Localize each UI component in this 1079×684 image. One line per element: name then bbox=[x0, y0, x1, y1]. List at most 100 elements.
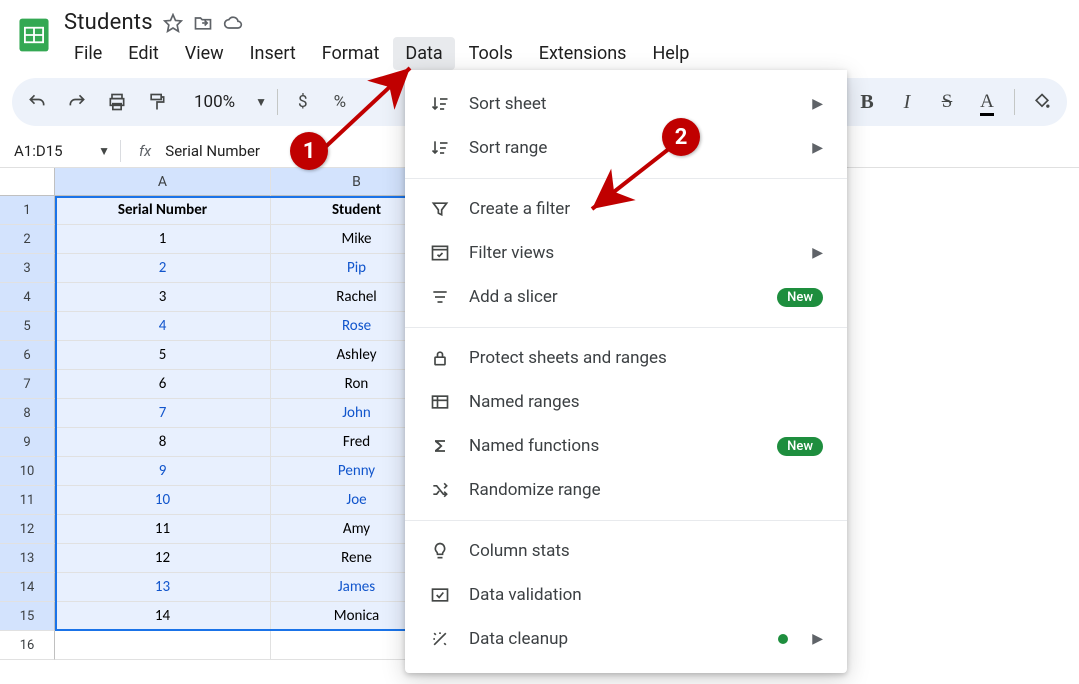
bold-button[interactable]: B bbox=[850, 85, 884, 119]
cell[interactable]: 14 bbox=[55, 602, 271, 631]
name-box[interactable]: A1:D15 ▼ bbox=[0, 142, 120, 160]
move-folder-icon[interactable] bbox=[193, 13, 213, 33]
menu-tools[interactable]: Tools bbox=[457, 37, 525, 70]
cell[interactable]: 6 bbox=[55, 370, 271, 399]
cell[interactable]: Serial Number bbox=[55, 196, 271, 225]
menu-named-ranges[interactable]: Named ranges bbox=[405, 380, 847, 424]
menu-randomize-range[interactable]: Randomize range bbox=[405, 468, 847, 512]
row-header[interactable]: 3 bbox=[0, 254, 55, 283]
row-header[interactable]: 9 bbox=[0, 428, 55, 457]
row-header[interactable]: 1 bbox=[0, 196, 55, 225]
menu-protect-sheets[interactable]: Protect sheets and ranges bbox=[405, 336, 847, 380]
menu-named-functions[interactable]: Named functions New bbox=[405, 424, 847, 468]
cell[interactable]: 12 bbox=[55, 544, 271, 573]
data-validation-icon bbox=[429, 584, 451, 606]
row-header[interactable]: 7 bbox=[0, 370, 55, 399]
menu-edit[interactable]: Edit bbox=[116, 37, 170, 70]
cell[interactable]: 4 bbox=[55, 312, 271, 341]
undo-button[interactable] bbox=[20, 85, 54, 119]
row-header[interactable]: 10 bbox=[0, 457, 55, 486]
cell[interactable]: 9 bbox=[55, 457, 271, 486]
cell[interactable]: 2 bbox=[55, 254, 271, 283]
cell[interactable]: 7 bbox=[55, 399, 271, 428]
filter-views-icon bbox=[429, 242, 451, 264]
paint-format-button[interactable] bbox=[140, 85, 174, 119]
new-badge: New bbox=[777, 437, 823, 456]
menu-create-filter[interactable]: Create a filter bbox=[405, 187, 847, 231]
strikethrough-button[interactable]: S bbox=[930, 85, 964, 119]
currency-button[interactable]: $ bbox=[288, 85, 318, 119]
magic-wand-icon bbox=[429, 628, 451, 650]
cell[interactable]: 11 bbox=[55, 515, 271, 544]
slicer-icon bbox=[429, 286, 451, 308]
chevron-down-icon: ▼ bbox=[98, 144, 110, 158]
menu-separator bbox=[405, 327, 847, 328]
menu-insert[interactable]: Insert bbox=[238, 37, 308, 70]
sort-range-icon bbox=[429, 137, 451, 159]
row-header[interactable]: 16 bbox=[0, 631, 55, 660]
filter-icon bbox=[429, 198, 451, 220]
separator bbox=[277, 89, 278, 115]
row-header[interactable]: 15 bbox=[0, 602, 55, 631]
menu-format[interactable]: Format bbox=[310, 37, 392, 70]
title-bar: Students FileEditViewInsertFormatDataToo… bbox=[0, 0, 1079, 76]
redo-button[interactable] bbox=[60, 85, 94, 119]
row-header[interactable]: 11 bbox=[0, 486, 55, 515]
column-header[interactable]: A bbox=[55, 168, 271, 196]
menu-filter-views[interactable]: Filter views ▶ bbox=[405, 231, 847, 275]
cell[interactable]: 8 bbox=[55, 428, 271, 457]
cell[interactable]: 10 bbox=[55, 486, 271, 515]
star-icon[interactable] bbox=[163, 13, 183, 33]
percent-button[interactable]: % bbox=[324, 85, 356, 119]
data-menu: Sort sheet ▶ Sort range ▶ Create a filte… bbox=[405, 70, 847, 673]
submenu-arrow-icon: ▶ bbox=[812, 140, 823, 156]
fill-color-button[interactable] bbox=[1025, 85, 1059, 119]
menu-data[interactable]: Data bbox=[393, 37, 454, 70]
cell[interactable]: 5 bbox=[55, 341, 271, 370]
new-badge: New bbox=[777, 288, 823, 307]
menu-help[interactable]: Help bbox=[640, 37, 701, 70]
zoom-select[interactable]: 100% bbox=[180, 85, 249, 119]
status-dot-icon bbox=[778, 634, 788, 644]
row-header[interactable]: 12 bbox=[0, 515, 55, 544]
chevron-down-icon: ▼ bbox=[255, 95, 267, 109]
submenu-arrow-icon: ▶ bbox=[812, 245, 823, 261]
menu-sort-sheet[interactable]: Sort sheet ▶ bbox=[405, 82, 847, 126]
menu-file[interactable]: File bbox=[62, 37, 114, 70]
italic-button[interactable]: I bbox=[890, 85, 924, 119]
cell[interactable]: 1 bbox=[55, 225, 271, 254]
lightbulb-icon bbox=[429, 540, 451, 562]
fx-icon: fx bbox=[121, 142, 165, 160]
row-header[interactable]: 14 bbox=[0, 573, 55, 602]
row-header[interactable]: 8 bbox=[0, 399, 55, 428]
formula-value[interactable]: Serial Number bbox=[165, 142, 260, 160]
menu-add-slicer[interactable]: Add a slicer New bbox=[405, 275, 847, 319]
lock-icon bbox=[429, 347, 451, 369]
named-ranges-icon bbox=[429, 391, 451, 413]
menu-view[interactable]: View bbox=[173, 37, 236, 70]
submenu-arrow-icon: ▶ bbox=[812, 96, 823, 112]
select-all-corner[interactable] bbox=[0, 168, 55, 196]
menu-sort-range[interactable]: Sort range ▶ bbox=[405, 126, 847, 170]
sigma-icon bbox=[429, 435, 451, 457]
separator bbox=[1014, 89, 1015, 115]
document-title[interactable]: Students bbox=[64, 10, 153, 35]
menu-extensions[interactable]: Extensions bbox=[527, 37, 639, 70]
print-button[interactable] bbox=[100, 85, 134, 119]
row-header[interactable]: 13 bbox=[0, 544, 55, 573]
row-header[interactable]: 4 bbox=[0, 283, 55, 312]
menu-data-validation[interactable]: Data validation bbox=[405, 573, 847, 617]
sheets-logo-icon[interactable] bbox=[14, 10, 54, 60]
menu-data-cleanup[interactable]: Data cleanup ▶ bbox=[405, 617, 847, 661]
menu-separator bbox=[405, 520, 847, 521]
menu-column-stats[interactable]: Column stats bbox=[405, 529, 847, 573]
cloud-status-icon[interactable] bbox=[223, 13, 243, 33]
sort-sheet-icon bbox=[429, 93, 451, 115]
row-header[interactable]: 6 bbox=[0, 341, 55, 370]
row-header[interactable]: 5 bbox=[0, 312, 55, 341]
row-header[interactable]: 2 bbox=[0, 225, 55, 254]
cell[interactable]: 3 bbox=[55, 283, 271, 312]
cell[interactable] bbox=[55, 631, 271, 660]
text-color-button[interactable]: A bbox=[970, 85, 1004, 119]
cell[interactable]: 13 bbox=[55, 573, 271, 602]
